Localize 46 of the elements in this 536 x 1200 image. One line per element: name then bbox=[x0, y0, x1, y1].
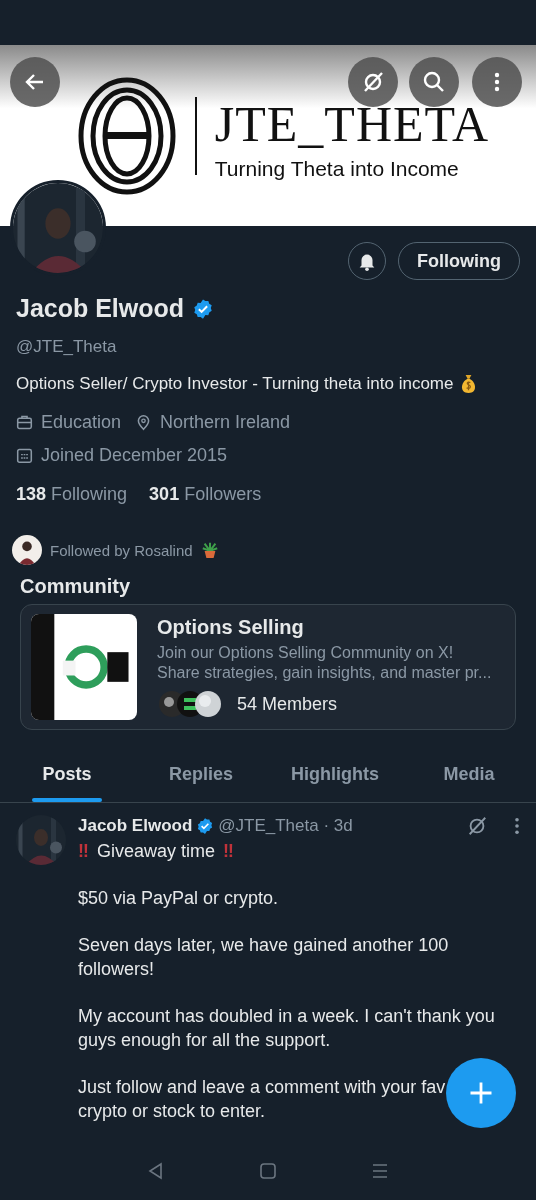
post-text-line: guys enough for all the support. bbox=[78, 1029, 331, 1052]
post-text-line: $50 via PayPal or crypto. bbox=[78, 887, 279, 910]
more-icon bbox=[494, 72, 500, 92]
followed-by-text[interactable]: Followed by Rosalind bbox=[50, 541, 193, 559]
profile-tab[interactable]: Posts bbox=[0, 746, 134, 802]
community-card[interactable]: Options Selling Join our Options Selling Community on X! Share strategies, gain insights, and master pr... 54 Members bbox=[20, 604, 516, 730]
profile-location: Northern Ireland bbox=[160, 412, 291, 433]
post-text-line: Just follow and leave a comment with your fav bbox=[78, 1076, 446, 1099]
double-exclamation-icon: ‼ bbox=[222, 839, 234, 863]
post-author[interactable]: Jacob Elwood bbox=[78, 816, 193, 836]
search-button[interactable] bbox=[409, 57, 459, 107]
member-count: 54 Members bbox=[237, 693, 338, 715]
profile-handle: @JTE_Theta bbox=[16, 337, 118, 357]
joined-date: Joined December 2015 bbox=[41, 445, 228, 466]
community-description: Join our Options Selling Community on X! Share strategies, gain insights, and master pr... bbox=[157, 643, 492, 683]
post-text-line: Seven days later, we have gained another 100 bbox=[78, 934, 449, 957]
menu-nav-icon[interactable] bbox=[370, 1161, 390, 1181]
banner-title: JTE_THETA bbox=[214, 98, 490, 149]
home-nav-icon[interactable] bbox=[258, 1161, 278, 1181]
slashed-circle-icon bbox=[361, 70, 385, 94]
back-button[interactable] bbox=[10, 57, 60, 107]
calendar-icon bbox=[16, 447, 33, 464]
post-text-line: crypto or stock to enter. bbox=[78, 1100, 266, 1123]
post-text-line: My account has doubled in a week. I can't thank you bbox=[78, 1005, 495, 1028]
profile-tab[interactable]: Media bbox=[402, 746, 536, 802]
search-icon bbox=[422, 70, 446, 94]
community-heading: Community bbox=[20, 575, 131, 598]
profile-name: Jacob Elwood bbox=[16, 294, 185, 323]
briefcase-icon bbox=[16, 414, 33, 431]
banner-tagline: Turning Theta into Income bbox=[214, 156, 460, 181]
more-button[interactable] bbox=[472, 57, 522, 107]
community-name: Options Selling bbox=[157, 616, 305, 639]
profile-category: Education bbox=[41, 412, 122, 433]
profile-tab[interactable]: Highlights bbox=[268, 746, 402, 802]
more-icon[interactable] bbox=[514, 817, 520, 835]
plant-icon bbox=[200, 541, 219, 559]
double-exclamation-icon: ‼ bbox=[78, 839, 89, 863]
post-handle-time: @JTE_Theta · 3d bbox=[218, 816, 353, 836]
follower-avatar[interactable] bbox=[12, 535, 42, 565]
followers-count[interactable]: 301 Followers bbox=[149, 484, 262, 505]
profile-bio: Options Seller/ Crypto Investor - Turning theta into income bbox=[16, 373, 454, 394]
following-count[interactable]: 138 Following bbox=[16, 484, 128, 505]
post-headline: Giveaway time bbox=[96, 840, 215, 863]
post-text-line: followers! bbox=[78, 958, 155, 981]
profile-tab[interactable]: Replies bbox=[134, 746, 268, 802]
theta-logo-icon bbox=[76, 76, 177, 195]
